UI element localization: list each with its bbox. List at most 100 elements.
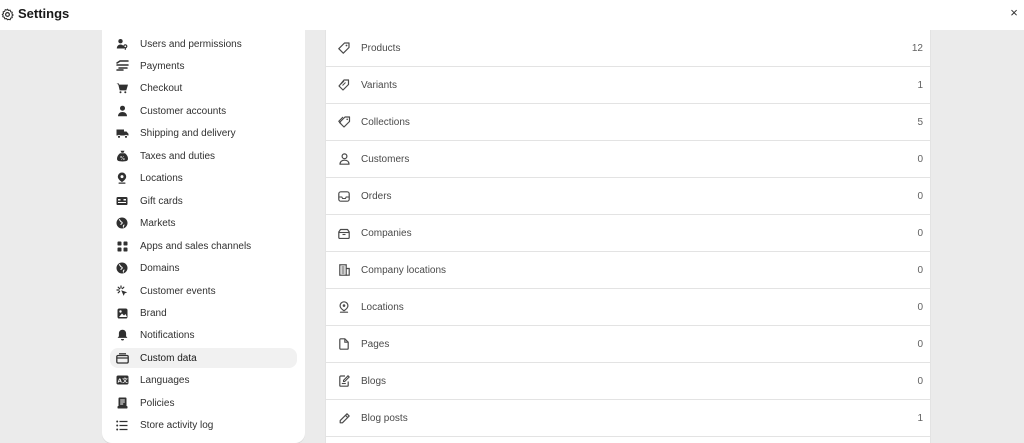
sidebar-item-users-and-permissions[interactable]: Users and permissions: [110, 34, 297, 54]
language-icon: A文: [115, 373, 129, 387]
policies-icon: [115, 396, 129, 410]
row-count: 0: [917, 190, 923, 202]
gift-card-icon: [115, 194, 129, 208]
tax-bag-icon: %: [115, 149, 129, 163]
sidebar-item-brand[interactable]: Brand: [110, 303, 297, 323]
sidebar-item-label: Taxes and duties: [140, 150, 216, 162]
cart-icon: [115, 81, 129, 95]
sidebar-item-label: Payments: [140, 60, 185, 72]
custom-data-icon: [115, 351, 129, 365]
sidebar-item-notifications[interactable]: Notifications: [110, 325, 297, 345]
row-products[interactable]: Products 12: [326, 30, 930, 67]
cursor-click-icon: [115, 284, 129, 298]
truck-icon: [115, 126, 129, 140]
brand-icon: [115, 306, 129, 320]
row-label: Locations: [361, 301, 404, 313]
row-count: 1: [917, 412, 923, 424]
sidebar-item-label: Checkout: [140, 82, 183, 94]
users-icon: [115, 37, 129, 51]
sidebar-item-apps-and-sales-channels[interactable]: Apps and sales channels: [110, 236, 297, 256]
row-companies[interactable]: Companies 0: [326, 215, 930, 252]
globe-icon: [115, 216, 129, 230]
sidebar-item-languages[interactable]: A文 Languages: [110, 370, 297, 390]
row-variants[interactable]: Variants 1: [326, 67, 930, 104]
row-label: Pages: [361, 338, 390, 350]
bell-icon: [115, 328, 129, 342]
sidebar-item-payments[interactable]: Payments: [110, 56, 297, 76]
location-outline-icon: [337, 300, 351, 314]
sidebar-item-label: Markets: [140, 217, 176, 229]
sidebar-item-label: Domains: [140, 262, 180, 274]
row-pages[interactable]: Pages 0: [326, 326, 930, 363]
sidebar-item-store-activity-log[interactable]: Store activity log: [110, 415, 297, 435]
row-label: Customers: [361, 153, 410, 165]
globe-icon: [115, 261, 129, 275]
sidebar-item-taxes-and-duties[interactable]: % Taxes and duties: [110, 146, 297, 166]
person-outline-icon: [337, 152, 351, 166]
sidebar-item-gift-cards[interactable]: Gift cards: [110, 191, 297, 211]
inbox-icon: [337, 189, 351, 203]
row-count: 0: [917, 375, 923, 387]
sidebar-item-policies[interactable]: Policies: [110, 393, 297, 413]
row-count: 1: [917, 79, 923, 91]
row-count: 5: [917, 116, 923, 128]
sidebar-item-label: Custom data: [140, 352, 197, 364]
sidebar-item-label: Shipping and delivery: [140, 127, 236, 139]
close-icon[interactable]: ×: [1007, 6, 1021, 20]
row-company-locations[interactable]: Company locations 0: [326, 252, 930, 289]
gear-icon: [1, 8, 14, 21]
sidebar-item-label: Store activity log: [140, 419, 214, 431]
row-locations[interactable]: Locations 0: [326, 289, 930, 326]
settings-sidebar: Users and permissions Payments Checkout …: [102, 30, 305, 443]
row-count: 0: [917, 264, 923, 276]
sidebar-item-custom-data[interactable]: Custom data: [110, 348, 297, 368]
sidebar-item-label: Brand: [140, 307, 167, 319]
blog-icon: [337, 374, 351, 388]
tag-icon: [337, 41, 351, 55]
row-customers[interactable]: Customers 0: [326, 141, 930, 178]
sidebar-item-label: Customer events: [140, 285, 216, 297]
row-blog-posts[interactable]: Blog posts 1: [326, 400, 930, 437]
sidebar-item-label: Languages: [140, 374, 190, 386]
row-count: 12: [911, 42, 923, 54]
svg-text:文: 文: [122, 376, 128, 384]
page-title: Settings: [18, 6, 70, 21]
row-label: Orders: [361, 190, 392, 202]
sidebar-item-shipping-and-delivery[interactable]: Shipping and delivery: [110, 123, 297, 143]
payments-icon: [115, 59, 129, 73]
svg-text:%: %: [120, 156, 125, 162]
location-pin-icon: [115, 171, 129, 185]
row-count: 0: [917, 153, 923, 165]
building-icon: [337, 263, 351, 277]
sidebar-item-label: Locations: [140, 172, 183, 184]
pencil-icon: [337, 411, 351, 425]
top-bar: Settings ×: [0, 0, 1024, 30]
custom-data-list: Products 12 Variants 1 Collections 5 Cus…: [325, 30, 931, 443]
sidebar-item-label: Notifications: [140, 329, 195, 341]
row-orders[interactable]: Orders 0: [326, 178, 930, 215]
sidebar-item-markets[interactable]: Markets: [110, 213, 297, 233]
sidebar-item-label: Customer accounts: [140, 105, 227, 117]
sidebar-item-label: Policies: [140, 397, 175, 409]
row-collections[interactable]: Collections 5: [326, 104, 930, 141]
sidebar-item-customer-events[interactable]: Customer events: [110, 281, 297, 301]
collections-icon: [337, 115, 351, 129]
row-label: Company locations: [361, 264, 447, 276]
apps-icon: [115, 239, 129, 253]
row-label: Products: [361, 42, 401, 54]
row-label: Collections: [361, 116, 410, 128]
variants-icon: [337, 78, 351, 92]
row-blogs[interactable]: Blogs 0: [326, 363, 930, 400]
person-icon: [115, 104, 129, 118]
sidebar-item-locations[interactable]: Locations: [110, 168, 297, 188]
row-count: 0: [917, 338, 923, 350]
row-label: Companies: [361, 227, 412, 239]
row-count: 0: [917, 227, 923, 239]
row-count: 0: [917, 301, 923, 313]
row-label: Blog posts: [361, 412, 408, 424]
sidebar-item-customer-accounts[interactable]: Customer accounts: [110, 101, 297, 121]
sidebar-item-checkout[interactable]: Checkout: [110, 78, 297, 98]
page-icon: [337, 337, 351, 351]
list-icon: [115, 418, 129, 432]
sidebar-item-domains[interactable]: Domains: [110, 258, 297, 278]
